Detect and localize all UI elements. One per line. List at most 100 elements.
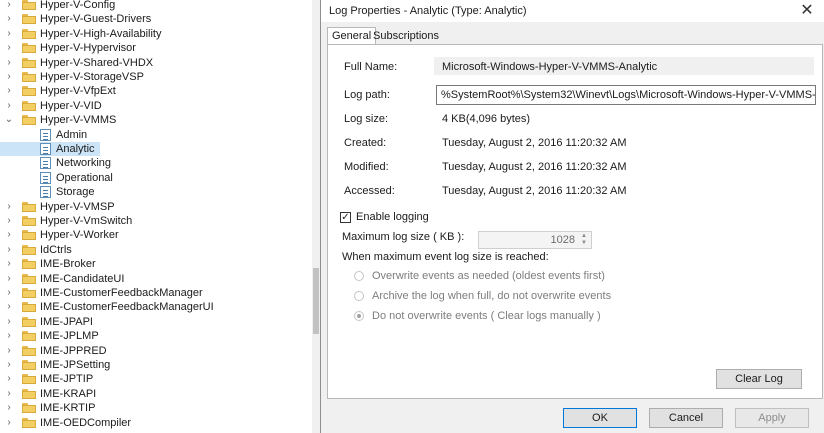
accessed-value: Tuesday, August 2, 2016 11:20:32 AM [442,185,627,197]
folder-icon [22,72,36,82]
when-max-label: When maximum event log size is reached: [342,251,549,263]
chevron-right-icon[interactable]: › [4,358,14,372]
tree-item[interactable]: › IME-Broker [0,257,312,271]
chevron-right-icon[interactable]: › [4,372,14,386]
tree-item[interactable]: › IME-JPAPI [0,315,312,329]
tree-item[interactable]: ⌄ Hyper-V-VMMS [0,113,312,127]
spinner-arrows-icon[interactable]: ▲ ▼ [579,233,589,247]
tree-item-label: Hyper-V-VMMS [40,114,117,127]
tree-item[interactable]: › IME-KRTIP [0,401,312,415]
tree-item[interactable]: › IME-CustomerFeedbackManager [0,286,312,300]
radio-overwrite-label: Overwrite events as needed (oldest event… [372,270,605,282]
cancel-button[interactable]: Cancel [649,408,723,428]
chevron-right-icon[interactable]: › [4,228,14,242]
tree-item-label: Hyper-V-Shared-VHDX [40,56,154,69]
modified-value: Tuesday, August 2, 2016 11:20:32 AM [442,161,627,173]
chevron-right-icon[interactable]: › [4,56,14,70]
tree-item[interactable]: › IME-KRAPI [0,387,312,401]
tab-subscriptions[interactable]: Subscriptions [369,28,443,44]
tree-item[interactable]: › IME-JPPRED [0,344,312,358]
log-icon [40,128,51,141]
chevron-right-icon[interactable]: › [4,272,14,286]
tree-item[interactable]: › Hyper-V-VMSP [0,200,312,214]
tree-item-label: Networking [56,157,112,170]
folder-icon [22,201,36,212]
tree-item[interactable]: Storage [0,185,312,199]
chevron-right-icon[interactable]: › [4,0,14,12]
chevron-right-icon[interactable]: › [4,401,14,415]
chevron-right-icon[interactable]: › [4,214,14,228]
tree-scrollbar-thumb[interactable] [313,268,319,334]
tree-item[interactable]: › IME-JPSetting [0,358,312,372]
chevron-right-icon[interactable]: › [4,344,14,358]
chevron-right-icon[interactable]: › [4,387,14,401]
folder-icon [22,331,36,342]
tree-item[interactable]: › Hyper-V-High-Availability [0,27,312,41]
tree-item[interactable]: Operational [0,171,312,185]
chevron-right-icon[interactable]: › [4,41,14,55]
radio-do-not-overwrite[interactable] [354,311,364,321]
radio-do-not-overwrite-label: Do not overwrite events ( Clear logs man… [372,310,601,322]
chevron-right-icon[interactable]: › [4,257,14,271]
tree-item-label: IME-KRAPI [40,387,97,400]
tree-item[interactable]: › IME-OEDCompiler [0,416,312,430]
chevron-right-icon[interactable]: › [4,243,14,257]
chevron-right-icon[interactable]: › [4,200,14,214]
tree-item-label: Hyper-V-Guest-Drivers [40,13,152,26]
clear-log-button[interactable]: Clear Log [716,369,802,389]
tree-item-label: Hyper-V-High-Availability [40,27,162,40]
chevron-right-icon[interactable]: › [4,416,14,430]
radio-archive-label: Archive the log when full, do not overwr… [372,290,612,302]
log-properties-dialog: Log Properties - Analytic (Type: Analyti… [320,0,824,433]
chevron-right-icon[interactable]: › [4,300,14,314]
tree-item[interactable]: › Hyper-V-Worker [0,228,312,242]
general-tab-panel: Full Name: Microsoft-Windows-Hyper-V-VMM… [327,44,823,399]
folder-icon [22,345,36,356]
log-icon [40,157,51,170]
tree-item[interactable]: Analytic [0,142,100,156]
tree-item[interactable]: › Hyper-V-Guest-Drivers [0,12,312,26]
tree-item-label: IME-KRTIP [40,402,96,415]
folder-icon [22,360,36,370]
radio-overwrite[interactable] [354,271,364,281]
chevron-down-icon[interactable]: ⌄ [4,113,14,127]
tree-scrollbar[interactable] [312,0,320,433]
tree-item[interactable]: › Hyper-V-Hypervisor [0,41,312,55]
tree-item[interactable]: › Hyper-V-StorageVSP [0,70,312,84]
apply-button[interactable]: Apply [735,408,809,428]
tree-item-label: Hyper-V-Worker [40,229,119,242]
accessed-label: Accessed: [344,185,395,197]
chevron-right-icon[interactable]: › [4,329,14,343]
tree-item-label: IME-JPSetting [40,359,111,371]
chevron-right-icon[interactable]: › [4,70,14,84]
tree-item[interactable]: Admin [0,128,312,142]
folder-icon [22,216,36,226]
tree-item[interactable]: › Hyper-V-Shared-VHDX [0,56,312,70]
chevron-right-icon[interactable]: › [4,27,14,41]
tree-item[interactable]: › Hyper-V-VID [0,99,312,113]
log-size-value: 4 KB(4,096 bytes) [442,113,531,125]
tree-item[interactable]: › IME-JPTIP [0,372,312,386]
chevron-right-icon[interactable]: › [4,99,14,113]
ok-button[interactable]: OK [563,408,637,428]
max-size-spinner[interactable]: 1028 ▲ ▼ [478,231,592,249]
chevron-right-icon[interactable]: › [4,286,14,300]
tree-item[interactable]: › IME-JPLMP [0,329,312,343]
folder-icon [22,403,36,414]
tree-item[interactable]: › IME-CandidateUI [0,272,312,286]
tree-item[interactable]: › Hyper-V-VfpExt [0,84,312,98]
radio-archive[interactable] [354,291,364,301]
tree-item-label: Hyper-V-VfpExt [40,85,116,98]
log-path-input[interactable]: %SystemRoot%\System32\Winevt\Logs\Micros… [436,85,816,105]
tree-item[interactable]: › Hyper-V-Config [0,0,312,12]
tree-item[interactable]: Networking [0,156,312,170]
tree-item[interactable]: › Hyper-V-VmSwitch [0,214,312,228]
chevron-right-icon[interactable]: › [4,84,14,98]
tree-item[interactable]: › IdCtrls [0,243,312,257]
close-icon[interactable]: ✕ [796,2,818,20]
chevron-right-icon[interactable]: › [4,315,14,329]
tree-item[interactable]: › IME-CustomerFeedbackManagerUI [0,300,312,314]
chevron-right-icon[interactable]: › [4,12,14,26]
tree-item-label: Hyper-V-VMSP [40,200,115,213]
enable-logging-checkbox[interactable]: ✓ [340,212,351,223]
